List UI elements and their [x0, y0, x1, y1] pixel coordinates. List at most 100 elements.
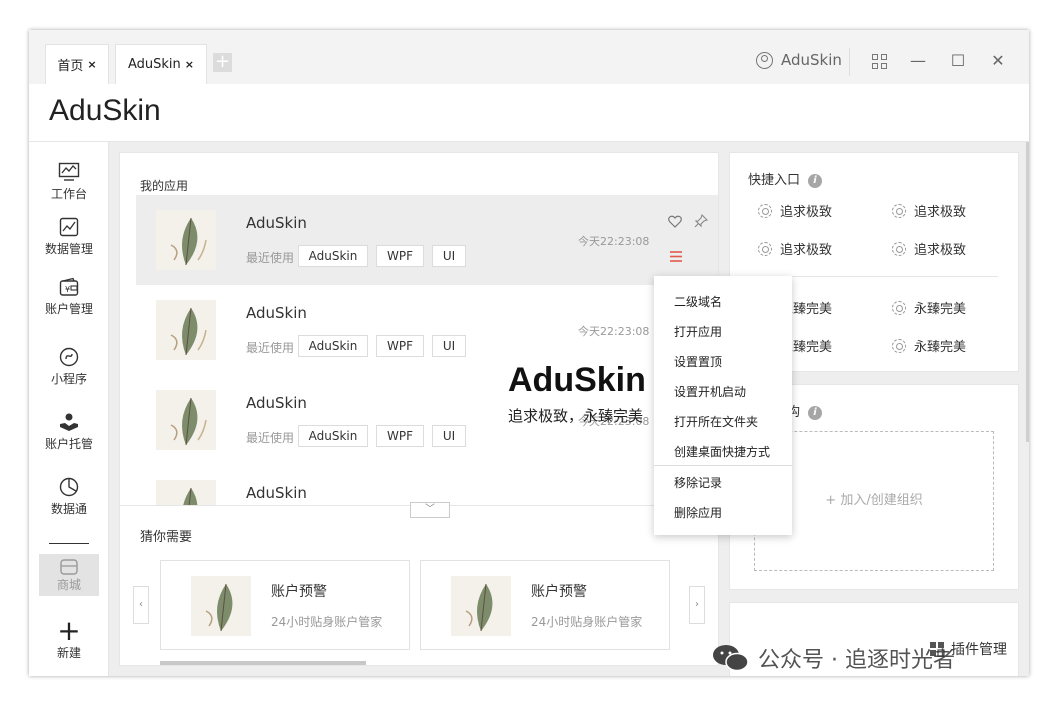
- my-apps-title: 我的应用: [140, 179, 189, 193]
- quick-item-label: 追求极致: [780, 205, 833, 220]
- menu-item-open-folder[interactable]: 打开所在文件夹: [674, 413, 758, 430]
- prev-button[interactable]: ‹: [133, 586, 149, 624]
- gear-icon: [892, 338, 906, 353]
- app-thumbnail: [156, 390, 216, 450]
- gear-icon: [892, 241, 906, 256]
- sidebar-item-label: 商城: [56, 578, 81, 592]
- menu-item-desktop-shortcut[interactable]: 创建桌面快捷方式: [674, 443, 770, 460]
- user-name: AduSkin: [781, 51, 842, 69]
- guess-title: 猜你需要: [140, 530, 193, 545]
- sidebar-item-data-link[interactable]: 数据通: [29, 477, 109, 517]
- app-window: 首页 × AduSkin × + AduSkin — ☐ ✕ AduSkin 工…: [29, 30, 1029, 676]
- sidebar-item-mini-program[interactable]: 小程序: [29, 347, 109, 387]
- plugin-label: 插件管理: [951, 642, 1007, 658]
- app-name: AduSkin: [246, 394, 307, 412]
- app-tag[interactable]: UI: [432, 245, 466, 267]
- leaf-image: [170, 397, 207, 446]
- horizontal-scrollbar[interactable]: [160, 661, 366, 665]
- expand-button[interactable]: ﹀: [410, 502, 450, 518]
- quick-title-text: 快捷入口: [748, 173, 801, 188]
- close-tab-icon[interactable]: ×: [185, 58, 194, 71]
- card-title: 账户预警: [531, 584, 587, 600]
- recent-label: 最近使用: [246, 251, 295, 265]
- menu-item-delete-app[interactable]: 删除应用: [674, 504, 722, 521]
- page-scrollbar[interactable]: [1026, 142, 1029, 442]
- user-account[interactable]: AduSkin: [756, 51, 842, 69]
- info-icon[interactable]: i: [808, 173, 823, 188]
- close-window-button[interactable]: ✕: [987, 50, 1009, 72]
- sidebar-item-data-management[interactable]: 数据管理: [29, 217, 109, 257]
- page-title: AduSkin: [49, 94, 161, 127]
- app-tag[interactable]: WPF: [376, 425, 424, 447]
- info-icon[interactable]: i: [808, 405, 823, 420]
- menu-item-remove-record[interactable]: 移除记录: [674, 474, 722, 491]
- pin-icon[interactable]: [694, 214, 708, 228]
- app-header: AduSkin: [29, 84, 1029, 142]
- hand-coin-icon: [60, 413, 78, 431]
- quick-item-label: 追求极致: [780, 243, 833, 258]
- app-tag[interactable]: WPF: [376, 245, 424, 267]
- maximize-button[interactable]: ☐: [947, 50, 969, 72]
- new-button[interactable]: + 新建: [29, 614, 109, 661]
- app-tag[interactable]: UI: [432, 335, 466, 357]
- left-panel: 我的应用 AduSkin 最近使用 AduSkin WPF UI 今天22:23…: [119, 152, 719, 666]
- app-row[interactable]: AduSkin: [136, 465, 718, 505]
- app-row[interactable]: AduSkin 最近使用 AduSkin WPF UI 今天22:23:08: [136, 195, 718, 285]
- quick-item[interactable]: 追求极致: [758, 239, 832, 258]
- apps-grid-button[interactable]: [868, 50, 890, 72]
- quick-item[interactable]: 追求极致: [892, 239, 966, 258]
- gear-icon: [892, 300, 906, 315]
- plus-icon: +: [57, 614, 81, 647]
- leaf-image: [170, 307, 207, 356]
- sidebar-item-label: 数据管理: [44, 242, 93, 256]
- card-thumbnail: [191, 576, 251, 636]
- tab-home[interactable]: 首页 ×: [45, 44, 109, 84]
- quick-title: 快捷入口 i: [748, 169, 823, 188]
- mini-program-icon: [59, 347, 79, 367]
- divider: [758, 276, 998, 277]
- menu-icon[interactable]: [670, 251, 682, 262]
- app-tag[interactable]: UI: [432, 425, 466, 447]
- sidebar-item-label: 小程序: [50, 372, 87, 386]
- leaf-image: [205, 583, 233, 632]
- sidebar-item-workbench[interactable]: 工作台: [29, 162, 109, 202]
- recommend-card[interactable]: 账户预警 24小时贴身账户管家: [420, 560, 670, 650]
- divider: [849, 48, 850, 76]
- app-tag[interactable]: AduSkin: [298, 245, 368, 267]
- heart-icon[interactable]: [668, 215, 682, 228]
- tab-label: AduSkin: [127, 57, 181, 72]
- sidebar-item-account-custody[interactable]: 账户托管: [29, 412, 109, 452]
- recommend-card[interactable]: 账户预警 24小时贴身账户管家: [160, 560, 410, 650]
- app-tag[interactable]: AduSkin: [298, 425, 368, 447]
- app-thumbnail: [156, 210, 216, 270]
- leaf-image: [183, 487, 198, 505]
- gear-icon: [758, 203, 772, 218]
- sidebar: 工作台 数据管理 ¥ 账户管理 小程序 账户托管 数据通 商城 + 新建: [29, 142, 109, 676]
- quick-item[interactable]: 追求极致: [758, 201, 832, 220]
- tab-aduskin[interactable]: AduSkin ×: [115, 44, 207, 84]
- app-name: AduSkin: [246, 484, 307, 502]
- menu-item-autostart[interactable]: 设置开机启动: [674, 383, 746, 400]
- close-tab-icon[interactable]: ×: [87, 58, 96, 71]
- sidebar-item-shop[interactable]: 商城: [39, 554, 99, 596]
- quick-item[interactable]: 追求极致: [892, 201, 966, 220]
- main-content: 我的应用 AduSkin 最近使用 AduSkin WPF UI 今天22:23…: [109, 142, 1029, 676]
- menu-item-second-domain[interactable]: 二级域名: [674, 293, 722, 310]
- recent-label: 最近使用: [246, 431, 295, 445]
- tab-label: 首页: [57, 59, 84, 74]
- menu-item-open-app[interactable]: 打开应用: [674, 323, 722, 340]
- next-button[interactable]: ›: [689, 586, 705, 624]
- app-name: AduSkin: [246, 304, 307, 322]
- quick-item[interactable]: 永臻完美: [892, 336, 966, 355]
- wechat-icon: [713, 645, 749, 672]
- watermark-text: 公众号 · 追逐时光者: [758, 648, 955, 673]
- user-icon: [756, 51, 773, 69]
- app-tag[interactable]: WPF: [376, 335, 424, 357]
- menu-item-pin-top[interactable]: 设置置顶: [674, 353, 722, 370]
- sidebar-item-account-management[interactable]: ¥ 账户管理: [29, 277, 109, 317]
- app-tag[interactable]: AduSkin: [298, 335, 368, 357]
- minimize-button[interactable]: —: [907, 50, 929, 72]
- quick-item[interactable]: 永臻完美: [892, 298, 966, 317]
- app-time: 今天22:23:08: [578, 235, 650, 248]
- add-tab-button[interactable]: +: [213, 53, 232, 72]
